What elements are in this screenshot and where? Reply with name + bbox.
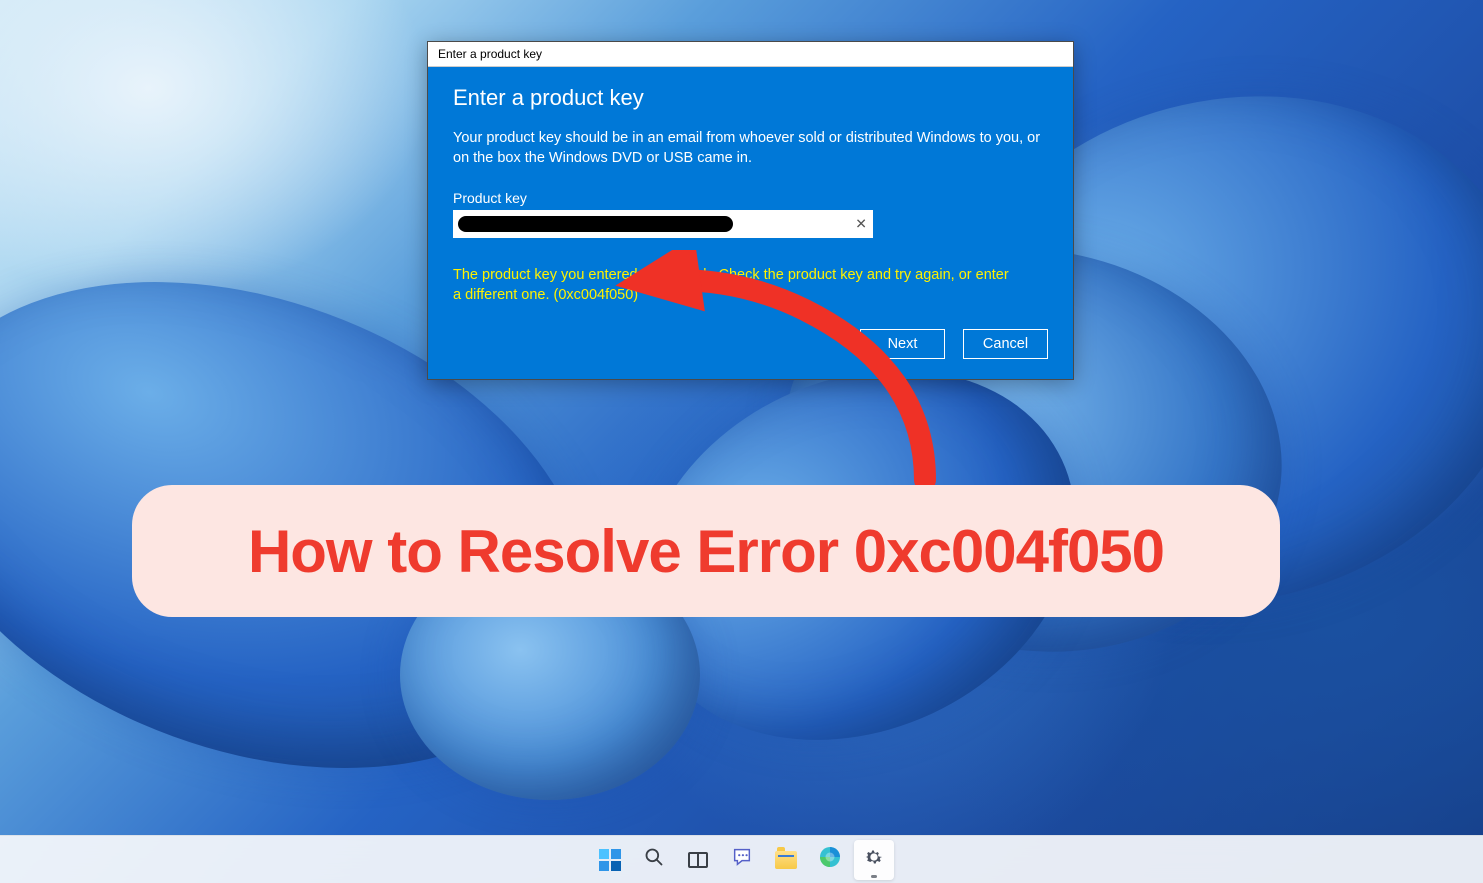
- settings-button[interactable]: [854, 840, 894, 880]
- dialog-button-row: Next Cancel: [453, 329, 1048, 359]
- edge-icon: [818, 845, 842, 874]
- start-button[interactable]: [590, 840, 630, 880]
- error-message: The product key you entered didn't work.…: [453, 266, 1013, 305]
- product-key-input[interactable]: ✕: [453, 210, 873, 238]
- gear-icon: [863, 846, 885, 873]
- taskbar: [0, 835, 1483, 883]
- clear-input-icon[interactable]: ✕: [855, 216, 867, 233]
- edge-button[interactable]: [810, 840, 850, 880]
- dialog-heading: Enter a product key: [453, 85, 1048, 111]
- caption-banner: How to Resolve Error 0xc004f050: [132, 485, 1280, 617]
- chat-icon: [731, 846, 753, 873]
- product-key-value-redacted: [458, 216, 733, 232]
- dialog-titlebar[interactable]: Enter a product key: [428, 42, 1073, 67]
- windows-logo-icon: [599, 849, 621, 871]
- product-key-dialog: Enter a product key Enter a product key …: [427, 41, 1074, 380]
- dialog-description: Your product key should be in an email f…: [453, 129, 1048, 168]
- search-button[interactable]: [634, 840, 674, 880]
- taskview-button[interactable]: [678, 840, 718, 880]
- search-icon: [644, 847, 664, 872]
- taskview-icon: [688, 852, 708, 868]
- chat-button[interactable]: [722, 840, 762, 880]
- folder-icon: [775, 851, 797, 869]
- product-key-label: Product key: [453, 190, 1048, 206]
- cancel-button[interactable]: Cancel: [963, 329, 1048, 359]
- dialog-body: Enter a product key Your product key sho…: [428, 67, 1073, 379]
- file-explorer-button[interactable]: [766, 840, 806, 880]
- next-button[interactable]: Next: [860, 329, 945, 359]
- caption-text: How to Resolve Error 0xc004f050: [248, 517, 1164, 586]
